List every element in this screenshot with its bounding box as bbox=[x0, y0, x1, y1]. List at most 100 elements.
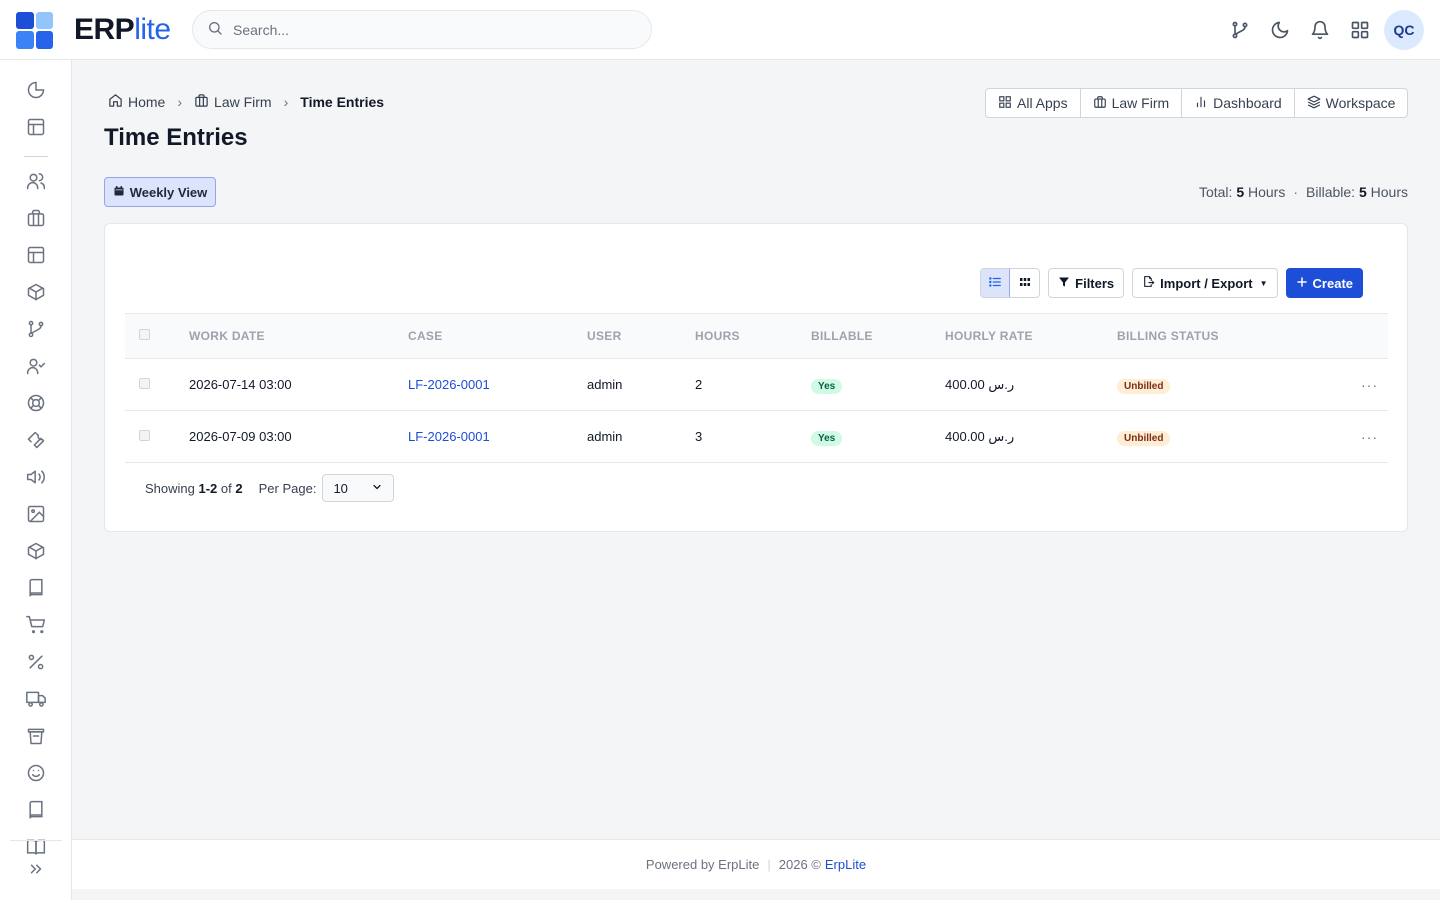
sidebar-item-table[interactable] bbox=[24, 243, 48, 267]
list-icon bbox=[988, 275, 1002, 292]
briefcase-icon bbox=[1093, 95, 1107, 112]
import-export-button[interactable]: Import / Export ▼ bbox=[1132, 268, 1278, 298]
hours: 3 bbox=[695, 410, 811, 463]
sidebar-item-box[interactable] bbox=[24, 539, 48, 563]
hours: 2 bbox=[695, 358, 811, 411]
filter-icon bbox=[1058, 276, 1070, 291]
bell-icon[interactable] bbox=[1300, 10, 1340, 50]
footer: Powered by ErpLite | 2026 © ErpLite bbox=[72, 839, 1440, 889]
table-header-row: WORK DATE CASE USER HOURS BILLABLE HOURL… bbox=[125, 313, 1388, 359]
grid-icon bbox=[1019, 275, 1031, 291]
table-row[interactable]: 2026-07-09 03:00 LF-2026-0001 admin 3 Ye… bbox=[125, 410, 1388, 463]
search-icon bbox=[207, 20, 223, 39]
row-checkbox[interactable] bbox=[139, 378, 150, 389]
sidebar-item-truck[interactable] bbox=[24, 687, 48, 711]
nav-dashboard[interactable]: Dashboard bbox=[1182, 89, 1295, 117]
filters-button[interactable]: Filters bbox=[1048, 268, 1125, 298]
user-avatar[interactable]: QC bbox=[1384, 10, 1424, 50]
search-box[interactable] bbox=[192, 10, 652, 49]
sidebar-item-percent[interactable] bbox=[24, 650, 48, 674]
sidebar-item-dashboard[interactable] bbox=[24, 78, 48, 102]
sidebar-item-smile[interactable] bbox=[24, 761, 48, 785]
table-row[interactable]: 2026-07-14 03:00 LF-2026-0001 admin 2 Ye… bbox=[125, 358, 1388, 411]
logo-mark bbox=[16, 11, 53, 49]
per-page-label: Per Page: bbox=[258, 480, 317, 496]
column-header[interactable]: HOURLY RATE bbox=[945, 314, 1117, 359]
work-date: 2026-07-14 03:00 bbox=[189, 358, 408, 411]
breadcrumb-law-firm[interactable]: Law Firm bbox=[194, 93, 272, 111]
sidebar bbox=[0, 60, 72, 900]
git-branch-icon[interactable] bbox=[1220, 10, 1260, 50]
search-input[interactable] bbox=[233, 21, 613, 38]
hours-summary: Total: 5 Hours · Billable: 5 Hours bbox=[1198, 184, 1408, 200]
app-nav-group: All Apps Law Firm Dashboard Workspace bbox=[985, 88, 1409, 118]
nav-workspace[interactable]: Workspace bbox=[1295, 89, 1408, 117]
sidebar-item-journal[interactable] bbox=[24, 798, 48, 822]
user: admin bbox=[587, 410, 695, 463]
billable-badge: Yes bbox=[811, 431, 843, 446]
app-logo[interactable]: ERPlite bbox=[16, 11, 171, 49]
sidebar-item-branch[interactable] bbox=[24, 317, 48, 341]
breadcrumb-home[interactable]: Home bbox=[108, 93, 165, 111]
bar-chart-icon bbox=[1194, 95, 1208, 112]
time-entries-table: WORK DATE CASE USER HOURS BILLABLE HOURL… bbox=[125, 313, 1388, 463]
column-header[interactable]: BILLABLE bbox=[811, 314, 945, 359]
row-actions-icon[interactable]: ··· bbox=[1279, 358, 1388, 411]
breadcrumb: Home › Law Firm › Time Entries bbox=[108, 93, 384, 111]
chevron-right-icon: › bbox=[283, 94, 289, 110]
column-header[interactable]: CASE bbox=[408, 314, 587, 359]
plus-icon bbox=[1296, 276, 1308, 291]
chevron-down-icon bbox=[371, 481, 383, 496]
row-actions-icon[interactable]: ··· bbox=[1279, 410, 1388, 463]
view-toggle bbox=[980, 268, 1041, 298]
table-toolbar: Filters Import / Export ▼ Create bbox=[980, 268, 1363, 298]
briefcase-icon bbox=[194, 93, 209, 111]
billing-status-badge: Unbilled bbox=[1117, 431, 1171, 446]
sidebar-item-megaphone[interactable] bbox=[24, 465, 48, 489]
chevron-right-icon: › bbox=[177, 94, 183, 110]
footer-brand-link[interactable]: ErpLite bbox=[825, 857, 866, 872]
apps-grid-icon[interactable] bbox=[1340, 10, 1380, 50]
pagination: Showing 1-2 of 2 Per Page: 10 bbox=[145, 474, 395, 502]
home-icon bbox=[108, 93, 123, 111]
apps-grid-icon bbox=[998, 95, 1012, 112]
time-entries-card: Filters Import / Export ▼ Create WORK DA… bbox=[104, 223, 1408, 532]
sidebar-item-users[interactable] bbox=[24, 169, 48, 193]
billing-status-badge: Unbilled bbox=[1117, 379, 1171, 394]
top-bar: ERPlite QC bbox=[0, 0, 1440, 60]
create-button[interactable]: Create bbox=[1285, 268, 1363, 298]
caret-down-icon: ▼ bbox=[1259, 278, 1268, 288]
expand-sidebar-icon[interactable] bbox=[24, 857, 48, 881]
sidebar-divider bbox=[24, 156, 48, 157]
column-header[interactable]: WORK DATE bbox=[189, 314, 408, 359]
moon-icon[interactable] bbox=[1260, 10, 1300, 50]
hourly-rate: 400.00 ر.س bbox=[945, 410, 1117, 463]
column-header[interactable]: HOURS bbox=[695, 314, 811, 359]
grid-view-button[interactable] bbox=[1010, 269, 1039, 297]
sidebar-item-cart[interactable] bbox=[24, 613, 48, 637]
sidebar-item-layout[interactable] bbox=[24, 115, 48, 139]
case-link[interactable]: LF-2026-0001 bbox=[408, 429, 490, 444]
nav-law-firm[interactable]: Law Firm bbox=[1081, 89, 1183, 117]
layers-icon bbox=[1307, 95, 1321, 112]
page-title: Time Entries bbox=[104, 124, 248, 151]
case-link[interactable]: LF-2026-0001 bbox=[408, 377, 490, 392]
per-page-select[interactable]: 10 bbox=[322, 474, 395, 502]
sidebar-item-support[interactable] bbox=[24, 391, 48, 415]
nav-all-apps[interactable]: All Apps bbox=[986, 89, 1081, 117]
sidebar-item-archive[interactable] bbox=[24, 724, 48, 748]
row-checkbox[interactable] bbox=[139, 430, 150, 441]
select-all-checkbox[interactable] bbox=[139, 329, 150, 340]
weekly-view-button[interactable]: Weekly View bbox=[104, 177, 216, 207]
list-view-button[interactable] bbox=[981, 269, 1011, 297]
sidebar-item-tools[interactable] bbox=[24, 428, 48, 452]
logo-wordmark: ERPlite bbox=[74, 13, 171, 46]
sidebar-item-image[interactable] bbox=[24, 502, 48, 526]
billable-badge: Yes bbox=[811, 379, 843, 394]
column-header[interactable]: BILLING STATUS bbox=[1117, 314, 1279, 359]
column-header[interactable]: USER bbox=[587, 314, 695, 359]
sidebar-item-briefcase[interactable] bbox=[24, 206, 48, 230]
sidebar-item-book[interactable] bbox=[24, 576, 48, 600]
sidebar-item-user-check[interactable] bbox=[24, 354, 48, 378]
sidebar-item-package[interactable] bbox=[24, 280, 48, 304]
